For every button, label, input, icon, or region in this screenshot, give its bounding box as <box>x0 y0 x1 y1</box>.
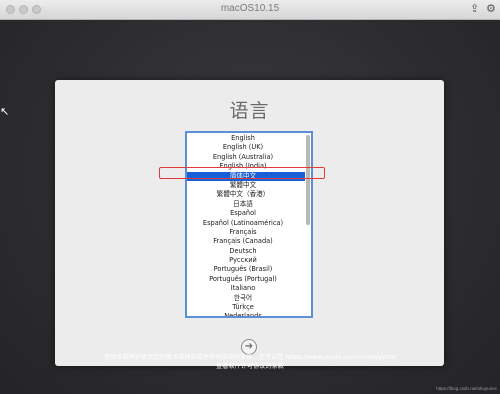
language-item[interactable]: English (Australia) <box>187 153 305 162</box>
language-item[interactable]: Nederlands <box>187 312 305 316</box>
mouse-cursor-icon: ↖ <box>0 105 10 118</box>
desktop: ↖ 语言 English English (UK) English (Austral… <box>0 20 500 394</box>
license-line-1: 使用本软件即表示您同意本软件的软件许可协议的条款。您可以在 https://ww… <box>104 354 396 361</box>
language-item[interactable]: Português (Portugal) <box>187 275 305 284</box>
language-item[interactable]: Español <box>187 209 305 218</box>
share-icon[interactable]: ⇪ <box>470 2 479 16</box>
language-item[interactable]: English <box>187 134 305 143</box>
language-item[interactable]: Deutsch <box>187 247 305 256</box>
language-item[interactable]: 繁體中文 <box>187 181 305 190</box>
scrollbar[interactable] <box>306 135 310 314</box>
scrollbar-thumb[interactable] <box>306 135 310 225</box>
settings-icon[interactable]: ⚙ <box>486 2 496 16</box>
page-title: 语言 <box>229 100 270 122</box>
language-item[interactable]: 日本語 <box>187 200 305 209</box>
language-list[interactable]: English English (UK) English (Australia) En… <box>185 131 313 318</box>
license-line-2: 查看软件许可协议的条款 <box>215 363 285 370</box>
language-item[interactable]: Türkçe <box>187 303 305 312</box>
language-item[interactable]: Français (Canada) <box>187 237 305 246</box>
language-item[interactable]: Français <box>187 228 305 237</box>
language-item[interactable]: Español (Latinoamérica) <box>187 219 305 228</box>
title-bar: macOS10.15 ⇪ ⚙ <box>0 0 500 20</box>
language-item[interactable]: 繁體中文（香港） <box>187 190 305 199</box>
language-item[interactable]: Português (Brasil) <box>187 265 305 274</box>
watermark: https://blog.csdn.net/shuyunec <box>436 386 497 391</box>
window-title: macOS10.15 <box>220 3 280 14</box>
language-panel: 语言 English English (UK) English (Australia… <box>55 80 444 366</box>
annotation-highlight-box <box>159 167 325 179</box>
license-notice: 使用本软件即表示您同意本软件的软件许可协议的条款。您可以在 https://ww… <box>0 353 500 371</box>
language-item[interactable]: English (UK) <box>187 143 305 152</box>
language-item[interactable]: Русский <box>187 256 305 265</box>
language-item[interactable]: Italiano <box>187 284 305 293</box>
language-item[interactable]: 한국어 <box>187 294 305 303</box>
